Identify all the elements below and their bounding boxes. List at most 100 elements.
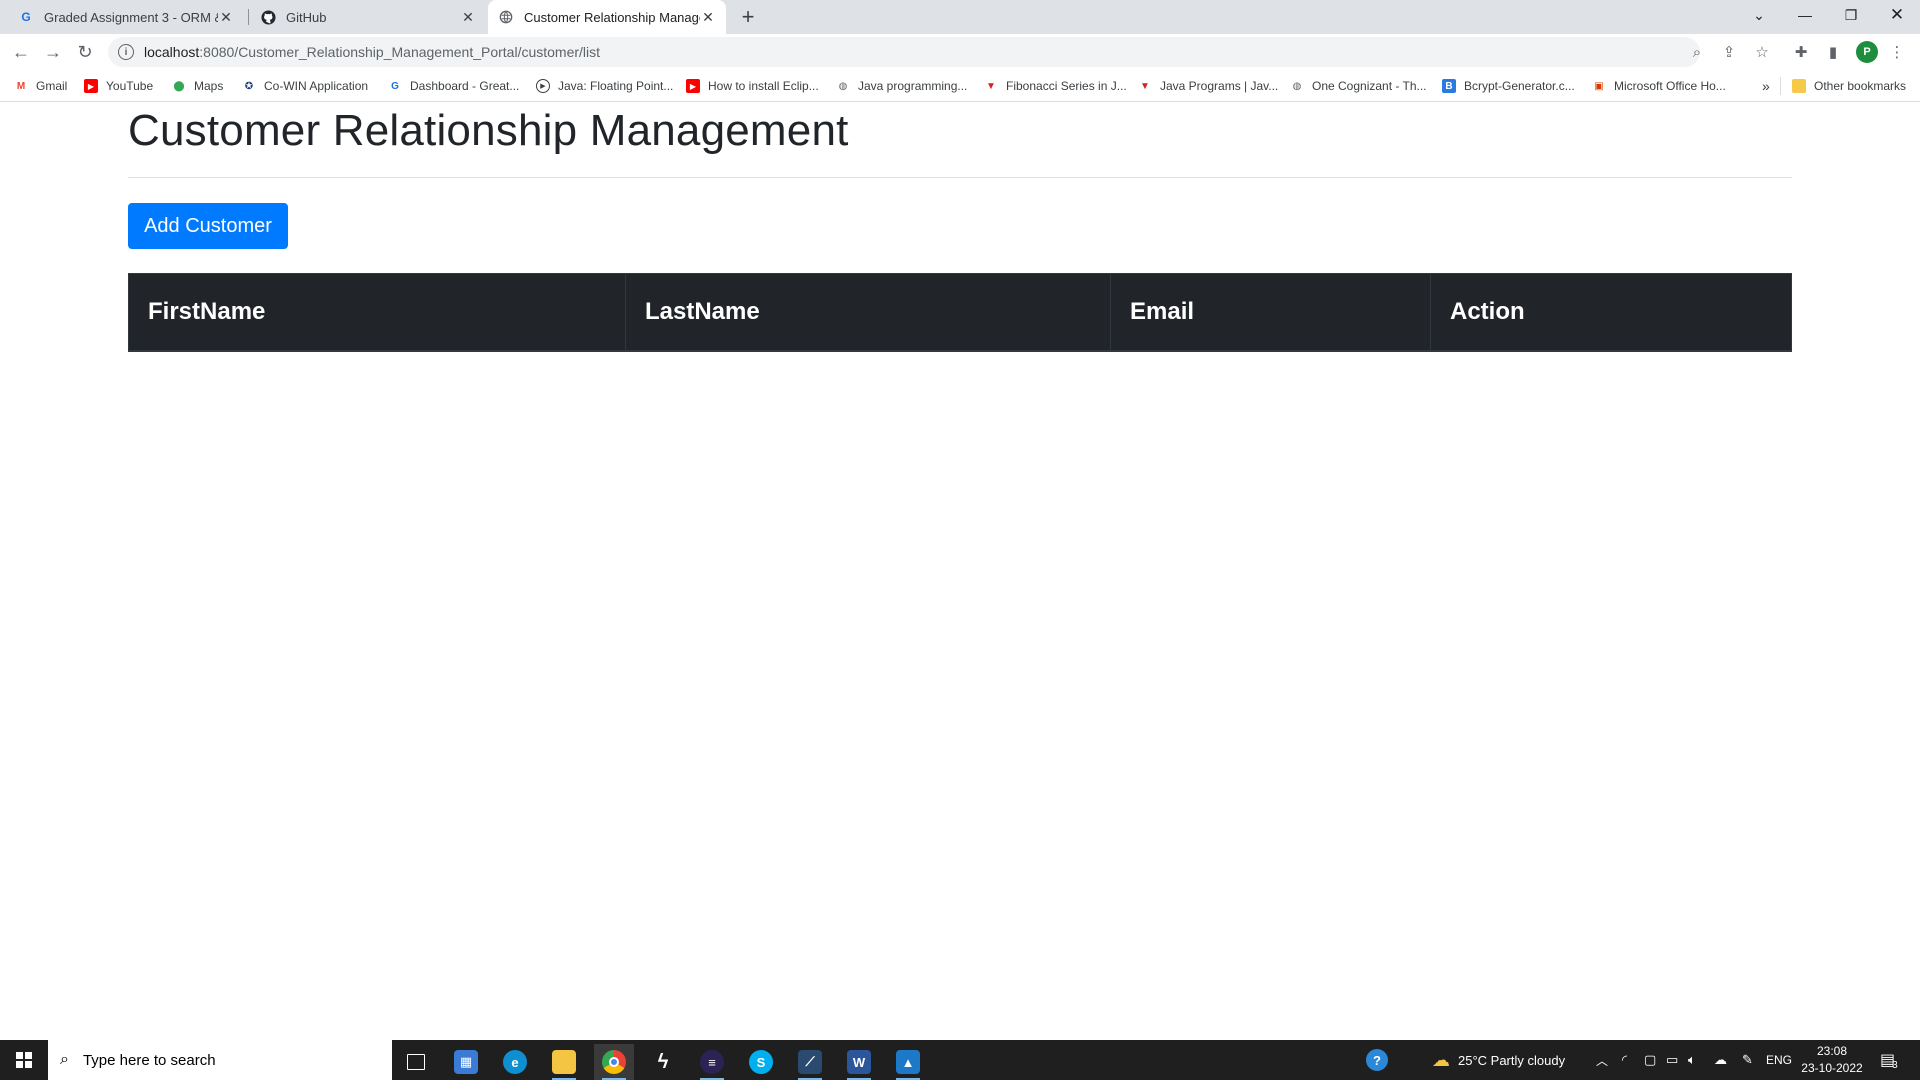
close-tab-icon[interactable]: ✕ [700, 9, 716, 25]
bookmark-cowin[interactable]: ✪ Co-WIN Application [242, 77, 368, 95]
new-tab-button[interactable]: + [736, 4, 760, 29]
edge-icon: e [503, 1050, 527, 1074]
bookmark-label: Fibonacci Series in J... [1006, 79, 1127, 93]
taskbar-store[interactable]: ▦ [446, 1044, 486, 1080]
profile-avatar[interactable]: P [1856, 41, 1878, 63]
bookmark-office[interactable]: ▣ Microsoft Office Ho... [1592, 77, 1726, 95]
bookmark-label: Dashboard - Great... [410, 79, 520, 93]
bookmark-java-programming[interactable]: ◍ Java programming... [836, 77, 968, 95]
weather-widget[interactable]: ☁ 25°C Partly cloudy [1432, 1040, 1565, 1080]
youtube-icon: ▶ [84, 79, 98, 93]
bookmark-bcrypt[interactable]: B Bcrypt-Generator.c... [1442, 77, 1575, 95]
clock-time: 23:08 [1816, 1044, 1848, 1058]
bookmark-maps[interactable]: ⬤ Maps [172, 77, 223, 95]
side-panel-icon[interactable]: ▮ [1824, 43, 1842, 61]
show-hidden-icons[interactable]: ︿ [1596, 1040, 1608, 1080]
bookmark-gmail[interactable]: M Gmail [14, 77, 68, 95]
play-icon: ▶ [536, 79, 550, 93]
bookmark-label: Java Programs | Jav... [1160, 79, 1279, 93]
help-icon[interactable]: ? [1366, 1040, 1388, 1080]
bookmarks-divider [1780, 77, 1781, 95]
column-header-action: Action [1430, 273, 1792, 352]
notifications-button[interactable]: ▤ 3 [1880, 1040, 1898, 1080]
start-button[interactable] [0, 1040, 48, 1080]
tab-graded-assignment[interactable]: G Graded Assignment 3 - ORM & S ✕ [8, 0, 244, 34]
great-learning-icon: G [21, 10, 31, 24]
youtube-icon: ▶ [686, 79, 700, 93]
column-header-email: Email [1110, 273, 1431, 352]
maps-icon: ⬤ [173, 80, 185, 92]
menu-icon[interactable]: ⋮ [1888, 43, 1906, 61]
minimize-button[interactable]: — [1782, 0, 1828, 30]
bookmark-fibonacci[interactable]: ▼ Fibonacci Series in J... [984, 77, 1127, 95]
taskbar-search[interactable]: ⌕ Type here to search [48, 1040, 392, 1080]
javatpoint-icon: ▼ [1140, 80, 1150, 92]
meet-now-icon[interactable]: ▢ [1644, 1040, 1656, 1080]
skype-icon: S [749, 1050, 773, 1074]
back-button[interactable]: ← [8, 39, 34, 65]
add-customer-button[interactable]: Add Customer [128, 203, 288, 249]
taskbar-photos[interactable]: ▲ [888, 1044, 928, 1080]
zoom-icon[interactable]: ⌕ [1688, 43, 1706, 61]
network-icon[interactable]: ◜ [1622, 1040, 1627, 1080]
tab-customer-relationship[interactable]: Customer Relationship Managem ✕ [488, 0, 726, 34]
taskbar-eclipse[interactable]: ≡ [692, 1044, 732, 1080]
restore-button[interactable]: ❐ [1828, 0, 1874, 30]
taskbar-skype[interactable]: S [741, 1044, 781, 1080]
taskbar-file-explorer[interactable] [544, 1044, 584, 1080]
bookmark-java-floating[interactable]: ▶ Java: Floating Point... [536, 77, 673, 95]
taskbar-app-bolt[interactable]: ϟ [643, 1044, 683, 1080]
taskbar-app-dark[interactable]: ⟋ [790, 1044, 830, 1080]
forward-button[interactable]: → [40, 39, 66, 65]
clock-date: 23-10-2022 [1801, 1061, 1863, 1075]
great-learning-icon: G [391, 80, 399, 92]
weather-text: 25°C Partly cloudy [1458, 1052, 1566, 1068]
folder-icon [1792, 79, 1806, 93]
tab-title: Graded Assignment 3 - ORM & S [44, 9, 218, 25]
tab-search-icon[interactable]: ⌄ [1736, 0, 1782, 30]
extensions-icon[interactable]: ✚ [1792, 43, 1810, 61]
folder-icon [552, 1050, 576, 1074]
github-icon [260, 9, 276, 25]
close-window-button[interactable]: ✕ [1874, 0, 1920, 30]
page-title: Customer Relationship Management [128, 106, 849, 155]
reload-button[interactable]: ↻ [72, 39, 98, 65]
taskbar-edge[interactable]: e [495, 1044, 535, 1080]
bookmark-label: How to install Eclip... [708, 79, 819, 93]
onedrive-icon[interactable]: ☁ [1714, 1040, 1727, 1080]
word-icon: W [847, 1050, 871, 1074]
bookmark-eclipse[interactable]: ▶ How to install Eclip... [686, 77, 819, 95]
battery-icon[interactable]: ▭ [1666, 1040, 1678, 1080]
table-header-row: FirstName LastName Email Action [128, 273, 1792, 352]
clock[interactable]: 23:08 23-10-2022 [1794, 1043, 1870, 1077]
browser-toolbar: ← → ↻ i localhost:8080/Customer_Relation… [0, 34, 1920, 70]
volume-icon[interactable]: 🔈︎ [1688, 1040, 1696, 1080]
pen-icon[interactable]: ✎ [1742, 1040, 1753, 1080]
url-path: :8080/Customer_Relationship_Management_P… [199, 44, 601, 60]
site-info-icon[interactable]: i [118, 44, 134, 60]
bookmark-java-programs[interactable]: ▼ Java Programs | Jav... [1138, 77, 1278, 95]
bookmark-one-cognizant[interactable]: ◍ One Cognizant - Th... [1290, 77, 1427, 95]
bookmark-label: Co-WIN Application [264, 79, 369, 93]
close-tab-icon[interactable]: ✕ [460, 9, 476, 25]
globe-icon: ◍ [1292, 80, 1302, 92]
other-bookmarks[interactable]: Other bookmarks [1792, 77, 1906, 95]
tab-github[interactable]: GitHub ✕ [250, 0, 486, 34]
taskbar-word[interactable]: W [839, 1044, 879, 1080]
bookmarks-bar: M Gmail ▶ YouTube ⬤ Maps ✪ Co-WIN Applicatio… [0, 70, 1920, 102]
bookmark-dashboard[interactable]: G Dashboard - Great... [388, 77, 519, 95]
bcrypt-icon: B [1442, 79, 1456, 93]
address-bar[interactable]: i localhost:8080/Customer_Relationship_M… [108, 37, 1700, 67]
bookmark-label: Maps [194, 79, 224, 93]
url-host: localhost [144, 44, 200, 60]
share-icon[interactable]: ⇪ [1720, 43, 1738, 61]
bookmark-youtube[interactable]: ▶ YouTube [84, 77, 153, 95]
javatpoint-icon: ▼ [986, 80, 996, 92]
search-placeholder: Type here to search [82, 1051, 216, 1069]
bookmarks-overflow-button[interactable]: » [1762, 77, 1770, 95]
taskbar-chrome[interactable] [594, 1044, 634, 1080]
language-indicator[interactable]: ENG [1766, 1040, 1792, 1080]
task-view-button[interactable] [396, 1044, 436, 1080]
bookmark-star-icon[interactable]: ☆ [1753, 43, 1771, 61]
close-tab-icon[interactable]: ✕ [218, 9, 234, 25]
